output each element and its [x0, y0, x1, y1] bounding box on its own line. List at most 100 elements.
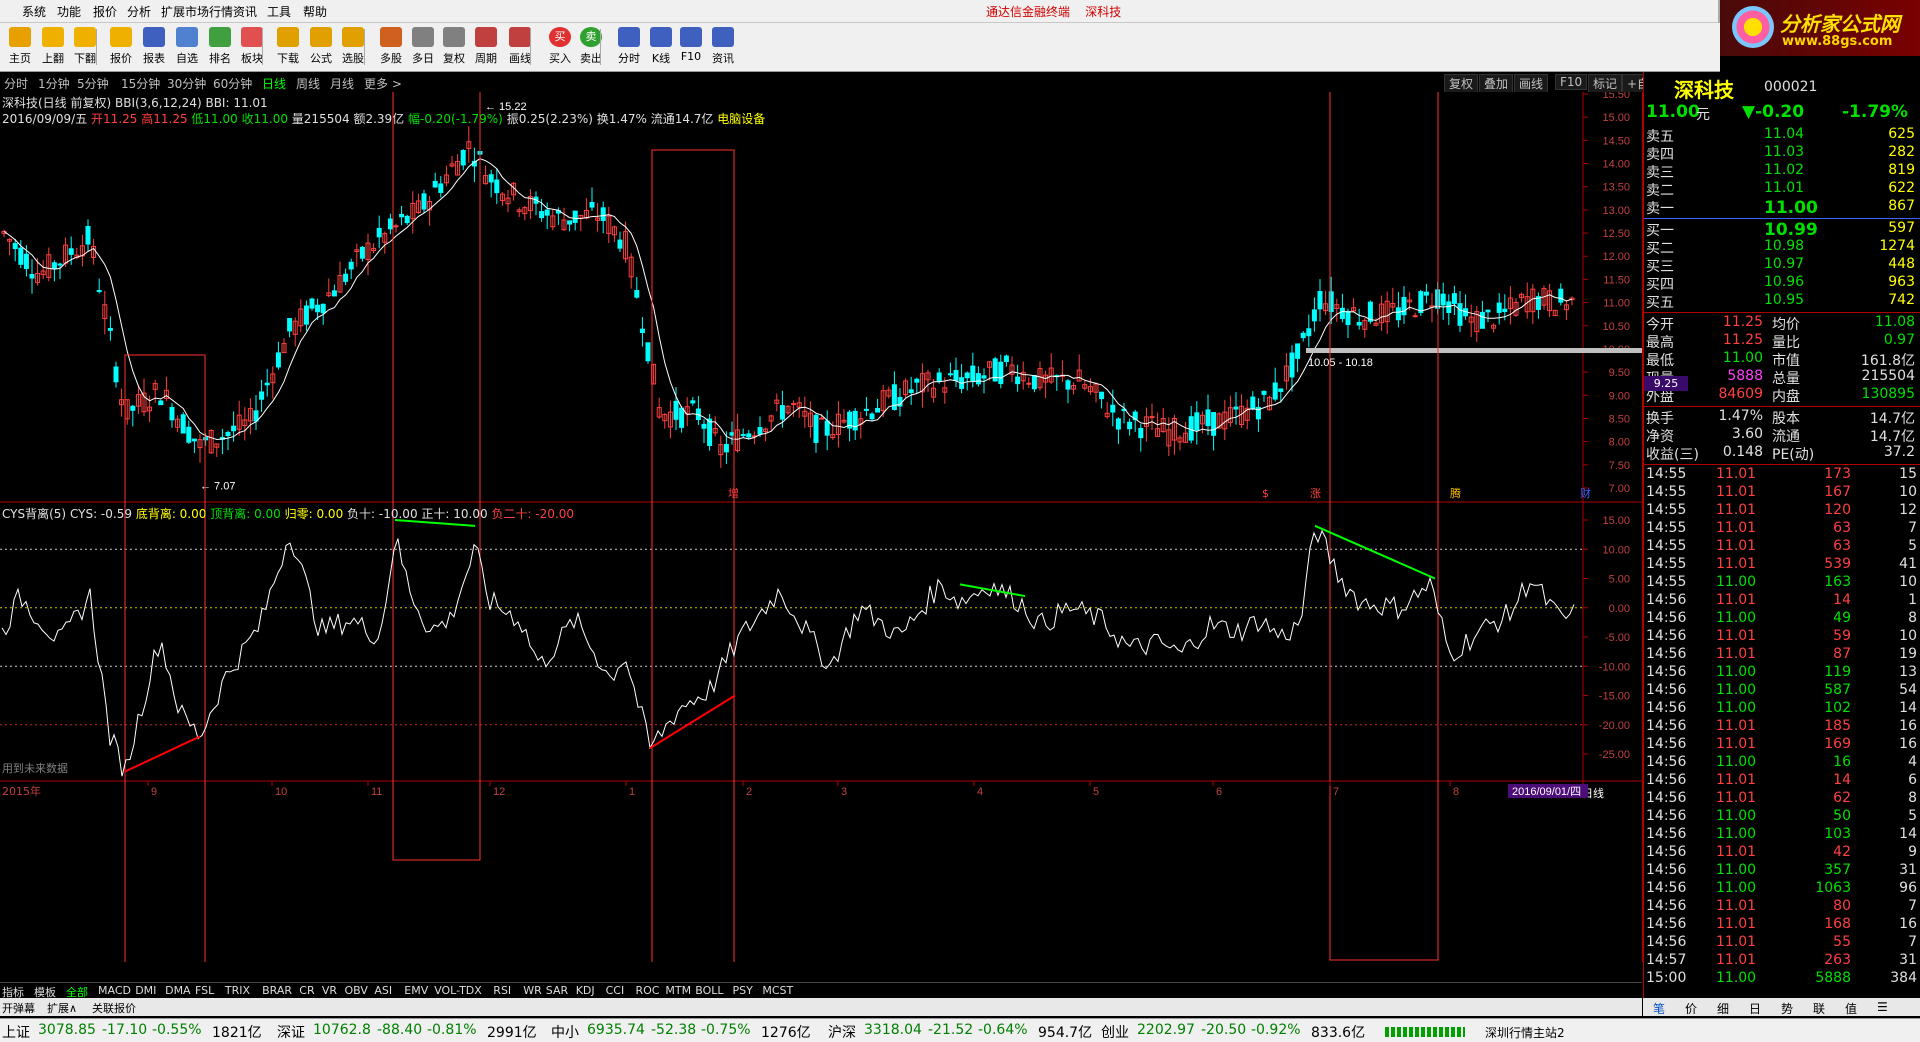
- period-tab-9[interactable]: 更多 >: [364, 75, 402, 92]
- tick-volume: 185: [1824, 718, 1851, 734]
- period-tab-8[interactable]: 月线: [330, 75, 354, 92]
- indicator-tab-cci[interactable]: CCI: [606, 984, 625, 997]
- chart-area[interactable]: 深科技(日线 前复权) BBI(3,6,12,24) BBI: 11.01 20…: [0, 92, 1643, 962]
- stat-value: 14.7亿: [1869, 411, 1915, 427]
- candle-up: [791, 403, 797, 406]
- quote-tab-2[interactable]: 细: [1717, 1000, 1729, 1017]
- pick-stock-icon: [342, 27, 364, 47]
- indicator-tab-asi[interactable]: ASI: [374, 984, 392, 997]
- candle-down: [315, 304, 321, 313]
- indicator-tab-vr[interactable]: VR: [322, 984, 337, 997]
- menu-item-0[interactable]: 系统: [22, 3, 46, 20]
- x-axis-label: 1: [629, 786, 635, 798]
- tick-count: 6: [1908, 772, 1917, 788]
- indicator-tab-macd[interactable]: MACD: [98, 984, 131, 997]
- bottom-tab-2[interactable]: 关联报价: [92, 1000, 136, 1016]
- event-mark: 腾: [1450, 486, 1461, 500]
- indicator-tab-roc[interactable]: ROC: [636, 984, 660, 997]
- chart-tool-2[interactable]: 画线: [1514, 74, 1549, 93]
- indicator-tab-dma[interactable]: DMA: [165, 984, 191, 997]
- toolbar-pick-stock-button[interactable]: 选股: [333, 27, 373, 66]
- quote-tab-4[interactable]: 势: [1781, 1000, 1793, 1017]
- quote-tab-1[interactable]: 价: [1685, 1000, 1697, 1017]
- indicator-tab-sar[interactable]: SAR: [546, 984, 568, 997]
- x-axis-label: 8: [1453, 786, 1459, 798]
- highlight-box: [651, 149, 735, 962]
- menu-item-7[interactable]: 帮助: [303, 3, 327, 20]
- tick-row: 14:55 11.01 63 5: [1644, 538, 1920, 556]
- candle-down: [180, 414, 186, 434]
- sell-icon: 卖: [580, 27, 602, 47]
- ask-volume: 867: [1888, 198, 1915, 214]
- menu-item-3[interactable]: 分析: [127, 3, 151, 20]
- indicator-tab-rsi[interactable]: RSI: [493, 984, 511, 997]
- indicator-tab-trix[interactable]: TRIX: [225, 984, 250, 997]
- stat-value: 37.2: [1883, 444, 1915, 460]
- toolbar-blocks-button[interactable]: 板块: [232, 27, 272, 66]
- period-tab-2[interactable]: 5分钟: [77, 75, 109, 92]
- toolbar-draw-line-button[interactable]: 画线: [500, 27, 540, 66]
- period-tab-7[interactable]: 周线: [296, 75, 320, 92]
- quote-tab-5[interactable]: 联: [1813, 1000, 1825, 1017]
- period-tab-0[interactable]: 分时: [4, 75, 28, 92]
- bottom-tab-0[interactable]: 开弹幕: [2, 1000, 35, 1016]
- ask-volume: 282: [1888, 144, 1915, 160]
- yen-icon: [110, 27, 132, 47]
- period-tab-5[interactable]: 60分钟: [213, 75, 252, 92]
- indicator-tab-psy[interactable]: PSY: [733, 984, 753, 997]
- menu-item-1[interactable]: 功能: [57, 3, 81, 20]
- cys-axis-label: -10.00: [1599, 661, 1630, 673]
- menu-item-2[interactable]: 报价: [93, 3, 117, 20]
- price-axis-label: 15.50: [1602, 92, 1630, 101]
- menu-item-4[interactable]: 扩展市场行情: [161, 3, 233, 20]
- indicator-tab-obv[interactable]: OBV: [345, 984, 368, 997]
- toolbar-sell-button[interactable]: 卖卖出: [571, 27, 611, 66]
- toolbar-news-button[interactable]: 资讯: [703, 27, 743, 66]
- indicator-tab-boll[interactable]: BOLL: [695, 984, 723, 997]
- indicator-tab-emv[interactable]: EMV: [404, 984, 428, 997]
- tick-price: 11.00: [1716, 610, 1757, 626]
- toolbar-label: 多日: [412, 52, 434, 65]
- highlight-box: [392, 92, 481, 861]
- chart-tool-4[interactable]: 标记: [1588, 74, 1623, 93]
- price-axis-label: 12.50: [1602, 228, 1630, 240]
- tick-time: 14:56: [1646, 682, 1687, 698]
- indicator-tab-mtm[interactable]: MTM: [665, 984, 691, 997]
- chart-tool-0[interactable]: 复权: [1444, 74, 1479, 93]
- kline-chart[interactable]: 15.5015.0014.5014.0013.5013.0012.5012.00…: [0, 92, 1642, 962]
- indicator-tab-dmi[interactable]: DMI: [135, 984, 156, 997]
- toolbar-down-arrow-button[interactable]: 下翻: [65, 27, 105, 66]
- stat-value: 215504: [1861, 368, 1915, 384]
- stat-value: 161.8亿: [1860, 353, 1915, 369]
- tick-count: 5: [1908, 538, 1917, 554]
- menu-item-6[interactable]: 工具: [267, 3, 291, 20]
- bid-volume: 448: [1888, 256, 1915, 272]
- quote-tab-0[interactable]: 笔: [1653, 1000, 1665, 1017]
- tick-price: 11.01: [1716, 502, 1757, 518]
- tick-price: 11.01: [1716, 952, 1757, 968]
- chart-tool-1[interactable]: 叠加: [1479, 74, 1514, 93]
- quote-tab-7[interactable]: ☰: [1877, 1000, 1888, 1014]
- x-axis-label: 12: [493, 786, 505, 798]
- indicator-tab-fsl[interactable]: FSL: [195, 984, 214, 997]
- quote-tab-3[interactable]: 日: [1749, 1000, 1761, 1017]
- stat-row: 最高 11.25 量比 0.97: [1644, 332, 1920, 351]
- indicator-tab-kdj[interactable]: KDJ: [576, 984, 595, 997]
- bottom-tab-1[interactable]: 扩展∧: [47, 1000, 77, 1016]
- indicator-tab-mcst[interactable]: MCST: [762, 984, 793, 997]
- tick-count: 16: [1899, 916, 1917, 932]
- indicator-tab-wr[interactable]: WR: [523, 984, 542, 997]
- period-tab-1[interactable]: 1分钟: [38, 75, 70, 92]
- tick-volume: 59: [1833, 628, 1851, 644]
- period-tab-6[interactable]: 日线: [262, 75, 286, 92]
- quote-tab-6[interactable]: 值: [1845, 1000, 1857, 1017]
- indicator-tab-brar[interactable]: BRAR: [262, 984, 292, 997]
- tick-count: 10: [1899, 628, 1917, 644]
- indicator-tab-vol-tdx[interactable]: VOL-TDX: [434, 984, 482, 997]
- tick-time: 14:55: [1646, 538, 1687, 554]
- period-tab-4[interactable]: 30分钟: [167, 75, 206, 92]
- indicator-tab-cr[interactable]: CR: [299, 984, 314, 997]
- menu-item-5[interactable]: 资讯: [233, 3, 257, 20]
- chart-tool-3[interactable]: F10: [1555, 74, 1588, 90]
- period-tab-3[interactable]: 15分钟: [121, 75, 160, 92]
